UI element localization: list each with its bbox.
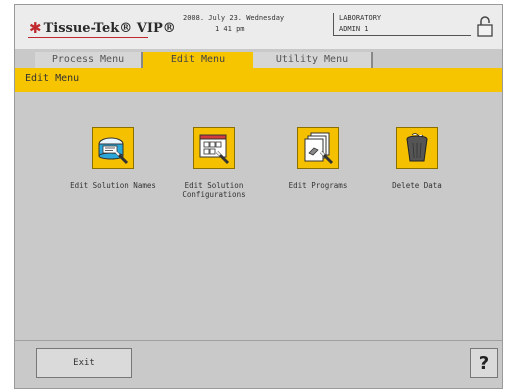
- help-button[interactable]: ?: [470, 348, 498, 378]
- header: ✱ Tissue-Tek® VIP® 2008. July 23. Wednes…: [15, 5, 502, 49]
- edit-solution-configurations-label: Edit Solution Configurations: [182, 181, 246, 199]
- configuration-grid-edit-icon: [193, 127, 235, 169]
- solution-bottle-edit-icon: [92, 127, 134, 169]
- login-underline: [333, 35, 471, 36]
- login-info: LABORATORY ADMIN 1: [339, 13, 381, 35]
- edit-solution-names-button[interactable]: Edit Solution Names: [58, 127, 168, 190]
- logo-underline: [28, 37, 148, 38]
- exit-button[interactable]: Exit: [36, 348, 132, 378]
- app-screen: ✱ Tissue-Tek® VIP® 2008. July 23. Wednes…: [14, 4, 503, 389]
- user-text: ADMIN 1: [339, 25, 369, 33]
- menu-tabs: Process Menu Edit Menu Utility Menu: [35, 52, 373, 68]
- date-text: 2008. July 23. Wednesday: [183, 14, 285, 22]
- tab-edit-menu[interactable]: Edit Menu: [143, 52, 253, 68]
- page-title-bar: Edit Menu: [15, 68, 502, 92]
- tab-utility-menu[interactable]: Utility Menu: [253, 52, 373, 68]
- login-divider: [333, 13, 334, 35]
- delete-data-label: Delete Data: [392, 181, 442, 190]
- brand-name: Tissue-Tek® VIP®: [43, 20, 176, 36]
- page-title: Edit Menu: [25, 73, 80, 84]
- time-text: 1 41 pm: [215, 25, 245, 33]
- program-pages-edit-icon: [297, 127, 339, 169]
- trash-can-icon: [396, 127, 438, 169]
- edit-solution-names-label: Edit Solution Names: [70, 181, 156, 190]
- edit-programs-button[interactable]: Edit Programs: [263, 127, 373, 190]
- footer-divider: [15, 340, 502, 341]
- padlock-icon[interactable]: [476, 15, 494, 37]
- date-time-display: 2008. July 23. Wednesday 1 41 pm: [183, 13, 323, 35]
- delete-data-button[interactable]: Delete Data: [362, 127, 472, 190]
- brand-logo: ✱ Tissue-Tek® VIP®: [29, 19, 176, 37]
- edit-programs-label: Edit Programs: [288, 181, 348, 190]
- location-text: LABORATORY: [339, 14, 382, 22]
- tab-process-menu[interactable]: Process Menu: [35, 52, 143, 68]
- edit-solution-configurations-button[interactable]: Edit Solution Configurations: [159, 127, 269, 199]
- main-panel: Edit Solution Names Edit Solution Config…: [15, 92, 502, 340]
- star-logo-icon: ✱: [29, 18, 42, 37]
